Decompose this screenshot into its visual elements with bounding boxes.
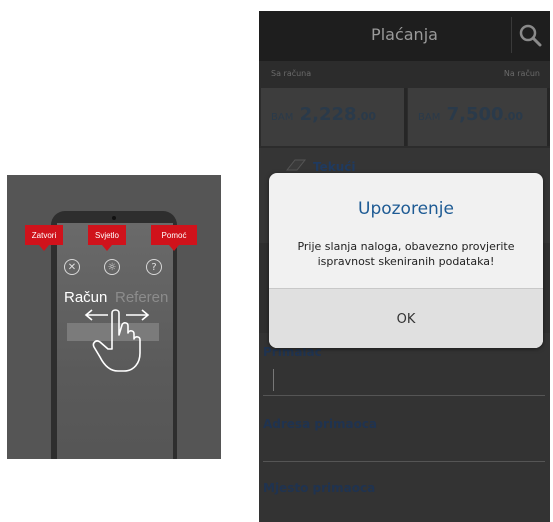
search-icon[interactable] xyxy=(518,23,542,47)
header-divider xyxy=(511,17,512,53)
to-account-amount: BAM 7,500.00 xyxy=(418,104,523,125)
app-header: Plaćanja xyxy=(259,11,550,61)
from-account-label: Sa računa xyxy=(271,69,312,78)
camera-dot xyxy=(112,216,116,220)
dialog-title: Upozorenje xyxy=(358,199,454,219)
help-tag: Pomoć xyxy=(151,225,197,251)
payment-form: Primalac Adresa primaoca Mjesto primaoca xyxy=(259,333,550,522)
to-amount-decimals: .00 xyxy=(503,110,524,123)
warning-dialog: Upozorenje Prije slanja naloga, obavezno… xyxy=(269,173,543,348)
from-currency: BAM xyxy=(271,112,294,123)
ok-button[interactable]: OK xyxy=(269,288,543,348)
to-account-card[interactable]: BAM 7,500.00 xyxy=(408,88,550,146)
recipient-underline xyxy=(263,395,545,396)
address-underline[interactable] xyxy=(263,461,545,462)
tutorial-panel: Zatvori Svjetlo Pomoć ✕ ☼ ? Račun Refere… xyxy=(7,175,221,459)
light-tag: Svjetlo xyxy=(88,225,126,251)
from-account-card[interactable]: BAM 2,228.00 xyxy=(261,88,407,146)
dialog-message: Prije slanja naloga, obavezno provjerite… xyxy=(297,240,515,268)
to-currency: BAM xyxy=(418,112,441,123)
address-label: Adresa primaoca xyxy=(263,417,378,431)
account-labels: Sa računa Na račun xyxy=(259,69,550,85)
payments-screen: Plaćanja Sa računa Na račun BAM 2,228.00… xyxy=(259,11,550,522)
page-title: Plaćanja xyxy=(371,25,438,44)
close-icon[interactable]: ✕ xyxy=(64,259,80,275)
recipient-input[interactable] xyxy=(273,369,274,391)
from-account-amount: BAM 2,228.00 xyxy=(271,104,376,125)
from-amount-decimals: .00 xyxy=(356,110,377,123)
to-amount-value: 7,500 xyxy=(446,104,504,125)
from-amount-value: 2,228 xyxy=(299,104,357,125)
city-label: Mjesto primaoca xyxy=(263,481,376,495)
wallet-icon xyxy=(285,159,307,171)
swipe-hand-icon xyxy=(84,309,150,372)
help-icon[interactable]: ? xyxy=(146,259,162,275)
account-type: Tekući xyxy=(313,160,356,174)
close-tag: Zatvori xyxy=(25,225,63,251)
to-account-label: Na račun xyxy=(503,69,540,78)
light-icon[interactable]: ☼ xyxy=(104,259,120,275)
